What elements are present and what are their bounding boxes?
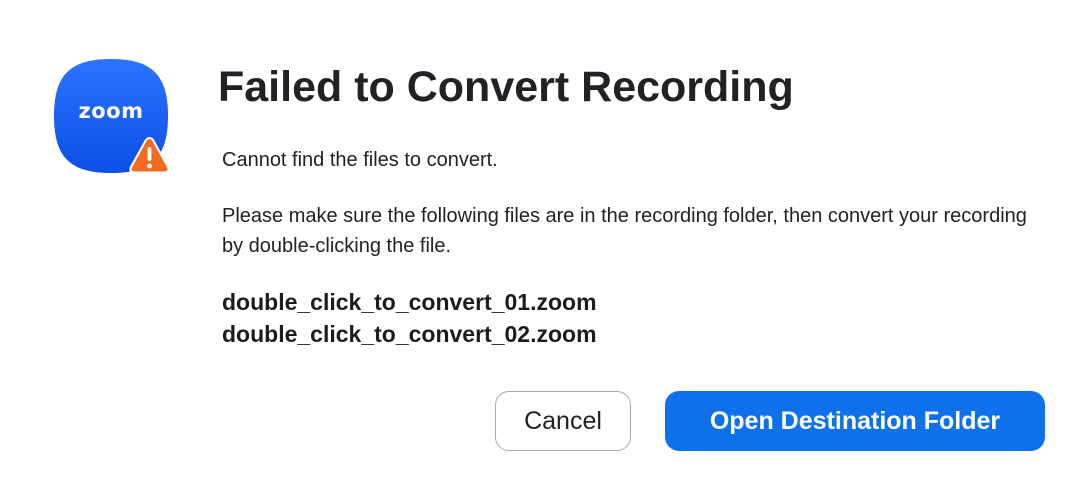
dialog-title: Failed to Convert Recording [218,63,794,111]
file-name: double_click_to_convert_01.zoom [222,289,597,315]
instruction-message: Please make sure the following files are… [222,205,1027,257]
convert-failed-dialog: zoom Failed to Convert Recording Cannot … [0,0,1072,498]
warning-icon [128,135,171,175]
zoom-wordmark: zoom [78,99,144,123]
error-message: Cannot find the files to convert. [222,149,498,171]
file-name: double_click_to_convert_02.zoom [222,321,597,347]
required-files-list: double_click_to_convert_01.zoom double_c… [222,286,1042,350]
open-destination-folder-button[interactable]: Open Destination Folder [665,391,1045,451]
cancel-button[interactable]: Cancel [495,391,631,451]
